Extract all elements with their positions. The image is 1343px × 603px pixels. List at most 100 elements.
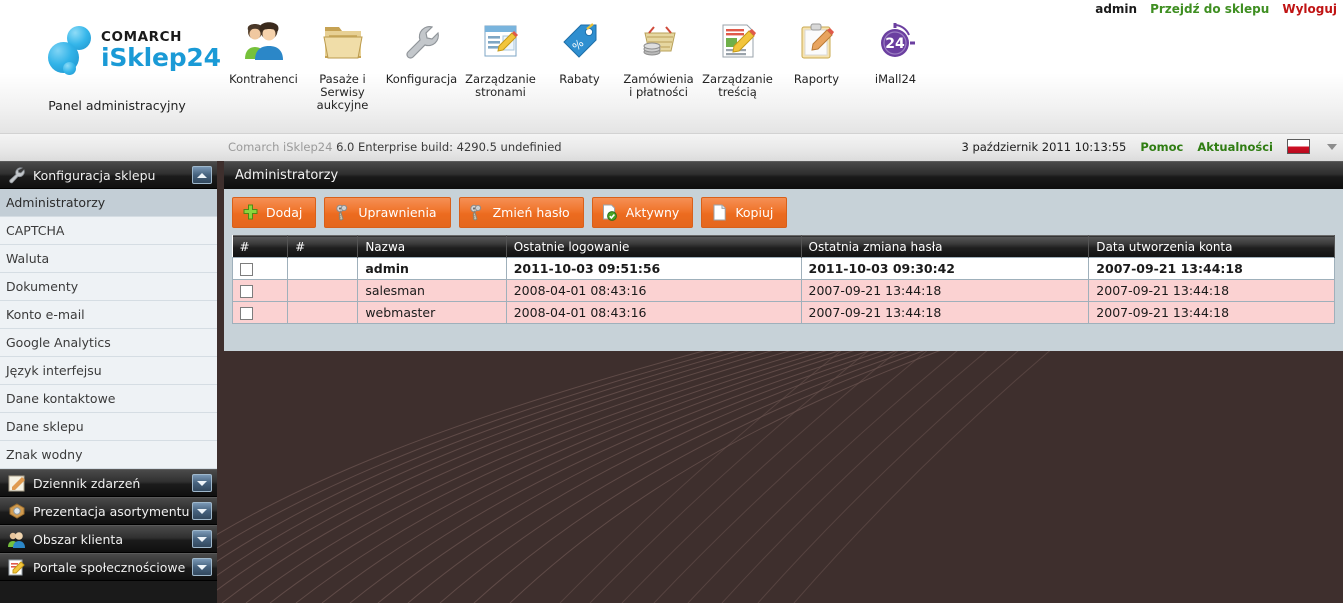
discount-tag-icon: %: [557, 12, 603, 70]
column-header-name[interactable]: Nazwa: [357, 235, 507, 258]
svg-text:24: 24: [885, 36, 905, 52]
nav-item-imall24[interactable]: 24 iMall24: [861, 12, 930, 86]
logout-link[interactable]: Wyloguj: [1282, 0, 1337, 18]
button-label: Uprawnienia: [358, 205, 437, 220]
sidebar-section-label: Konfiguracja sklepu: [33, 167, 156, 183]
version-product: Comarch iSklep24: [228, 140, 333, 154]
active-button[interactable]: Aktywny: [591, 197, 694, 228]
row-checkbox-cell[interactable]: [231, 279, 289, 302]
nav-item-pasaze-serwisy-aukcyjne[interactable]: Pasaże i Serwisy aukcyjne: [308, 12, 377, 112]
nav-item-raporty[interactable]: Raporty: [782, 12, 851, 86]
column-header-select[interactable]: #: [232, 235, 289, 258]
nav-item-rabaty[interactable]: % Rabaty: [545, 12, 614, 86]
sidebar-item-dane-kontaktowe[interactable]: Dane kontaktowe: [0, 385, 217, 413]
sidebar: Konfiguracja sklepu Administratorzy CAPT…: [0, 161, 217, 603]
app-logo[interactable]: COMARCH iSklep24 Panel administracyjny: [22, 18, 221, 118]
sidebar-item-konto-email[interactable]: Konto e-mail: [0, 301, 217, 329]
sidebar-item-administratorzy[interactable]: Administratorzy: [0, 189, 217, 217]
expand-toggle-button[interactable]: [192, 502, 212, 520]
table-row[interactable]: salesman 2008-04-01 08:43:16 2007-09-21 …: [231, 279, 1335, 302]
panel-body: Dodaj Uprawnienia Zmień hasło Aktywny Ko…: [224, 189, 1343, 351]
users-icon: [241, 12, 287, 70]
nav-item-zamowienia-platnosci[interactable]: Zamówienia i płatności: [623, 12, 694, 99]
row-name: webmaster: [357, 301, 507, 324]
sidebar-item-dane-sklepu[interactable]: Dane sklepu: [0, 413, 217, 441]
nav-item-kontrahenci[interactable]: Kontrahenci: [229, 12, 298, 86]
plus-icon: [241, 204, 259, 222]
page-title: Administratorzy: [224, 161, 1343, 189]
row-last-login: 2011-10-03 09:51:56: [505, 257, 802, 280]
nav-label: Zamówienia i płatności: [623, 72, 694, 99]
chevron-down-icon[interactable]: [1327, 143, 1337, 150]
row-checkbox[interactable]: [240, 263, 253, 276]
expand-toggle-button[interactable]: [192, 530, 212, 548]
sidebar-item-captcha[interactable]: CAPTCHA: [0, 217, 217, 245]
nav-label: Raporty: [793, 72, 840, 86]
nav-item-zarzadzanie-stronami[interactable]: Zarządzanie stronami: [465, 12, 536, 99]
row-last-login: 2008-04-01 08:43:16: [505, 279, 802, 302]
table-row[interactable]: webmaster 2008-04-01 08:43:16 2007-09-21…: [231, 301, 1335, 324]
row-checkbox[interactable]: [240, 307, 253, 320]
sidebar-item-google-analytics[interactable]: Google Analytics: [0, 329, 217, 357]
sidebar-section-obszar-klienta[interactable]: Obszar klienta: [0, 525, 217, 553]
version-number: 6.0 Enterprise build: 4290.5: [336, 140, 497, 154]
column-header-index[interactable]: #: [287, 235, 359, 258]
nav-label: Zarządzanie stronami: [465, 72, 536, 99]
folders-icon: [320, 12, 366, 70]
goto-shop-link[interactable]: Przejdź do sklepu: [1150, 0, 1269, 18]
row-last-password-change: 2007-09-21 13:44:18: [800, 279, 1090, 302]
expand-toggle-button[interactable]: [192, 474, 212, 492]
copy-page-icon: [710, 204, 728, 222]
page-check-icon: [601, 204, 619, 222]
sidebar-item-waluta[interactable]: Waluta: [0, 245, 217, 273]
basket-coins-icon: [636, 12, 682, 70]
status-right: 3 październik 2011 10:13:55 Pomoc Aktual…: [961, 139, 1337, 154]
row-checkbox[interactable]: [240, 285, 253, 298]
news-link[interactable]: Aktualności: [1197, 140, 1273, 154]
sidebar-section-label: Prezentacja asortymentu: [33, 503, 190, 519]
page-pencil-icon: [6, 557, 28, 577]
row-name: salesman: [357, 279, 507, 302]
nav-item-konfiguracja[interactable]: Konfiguracja: [385, 12, 458, 86]
column-header-last-password-change[interactable]: Ostatnia zmiana hasła: [801, 235, 1090, 258]
sidebar-item-dokumenty[interactable]: Dokumenty: [0, 273, 217, 301]
column-header-last-login[interactable]: Ostatnie logowanie: [506, 235, 802, 258]
users-icon: [6, 529, 28, 549]
clipboard-pencil-icon: [794, 12, 840, 70]
row-checkbox-cell[interactable]: [231, 257, 289, 280]
sidebar-section-dziennik-zdarzen[interactable]: Dziennik zdarzeń: [0, 469, 217, 497]
sidebar-section-portale-spolecznosciowe[interactable]: Portale społecznościowe: [0, 553, 217, 581]
expand-toggle-button[interactable]: [192, 558, 212, 576]
user-bar: admin Przejdź do sklepu Wyloguj: [1095, 0, 1337, 18]
add-button[interactable]: Dodaj: [232, 197, 317, 228]
row-created: 2007-09-21 13:44:18: [1088, 257, 1335, 280]
sidebar-section-prezentacja-asortymentu[interactable]: Prezentacja asortymentu: [0, 497, 217, 525]
page-edit-icon: [478, 12, 524, 70]
action-toolbar: Dodaj Uprawnienia Zmień hasło Aktywny Ko…: [232, 197, 1335, 228]
sidebar-item-jezyk-interfejsu[interactable]: Język interfejsu: [0, 357, 217, 385]
nav-label: Kontrahenci: [229, 72, 298, 86]
row-created: 2007-09-21 13:44:18: [1088, 301, 1335, 324]
help-link[interactable]: Pomoc: [1140, 140, 1183, 154]
pl-flag-icon[interactable]: [1287, 139, 1310, 154]
collapse-toggle-button[interactable]: [192, 166, 212, 184]
table-header-row: # # Nazwa Ostatnie logowanie Ostatnia zm…: [232, 235, 1335, 258]
nav-item-zarzadzanie-trescia[interactable]: Zarządzanie treścią: [702, 12, 773, 99]
permissions-button[interactable]: Uprawnienia: [324, 197, 451, 228]
sidebar-item-znak-wodny[interactable]: Znak wodny: [0, 441, 217, 469]
row-checkbox-cell[interactable]: [231, 301, 289, 324]
button-label: Dodaj: [266, 205, 303, 220]
table-row[interactable]: admin 2011-10-03 09:51:56 2011-10-03 09:…: [231, 257, 1335, 280]
box-icon: [6, 501, 28, 521]
change-password-button[interactable]: Zmień hasło: [458, 197, 584, 228]
copy-button[interactable]: Kopiuj: [701, 197, 788, 228]
document-edit-icon: [715, 12, 761, 70]
version-status-bar: Comarch iSklep24 6.0 Enterprise build: 4…: [0, 133, 1343, 161]
nav-label: Konfiguracja: [385, 72, 458, 86]
column-header-created[interactable]: Data utworzenia konta: [1088, 235, 1335, 258]
nav-label: iMall24: [874, 72, 917, 86]
top-header: admin Przejdź do sklepu Wyloguj COMARCH …: [0, 0, 1343, 133]
sidebar-section-konfiguracja-sklepu[interactable]: Konfiguracja sklepu: [0, 161, 217, 189]
product-name: iSklep24: [101, 43, 221, 72]
content-panel: Administratorzy Dodaj Uprawnienia Zmień …: [224, 161, 1343, 351]
